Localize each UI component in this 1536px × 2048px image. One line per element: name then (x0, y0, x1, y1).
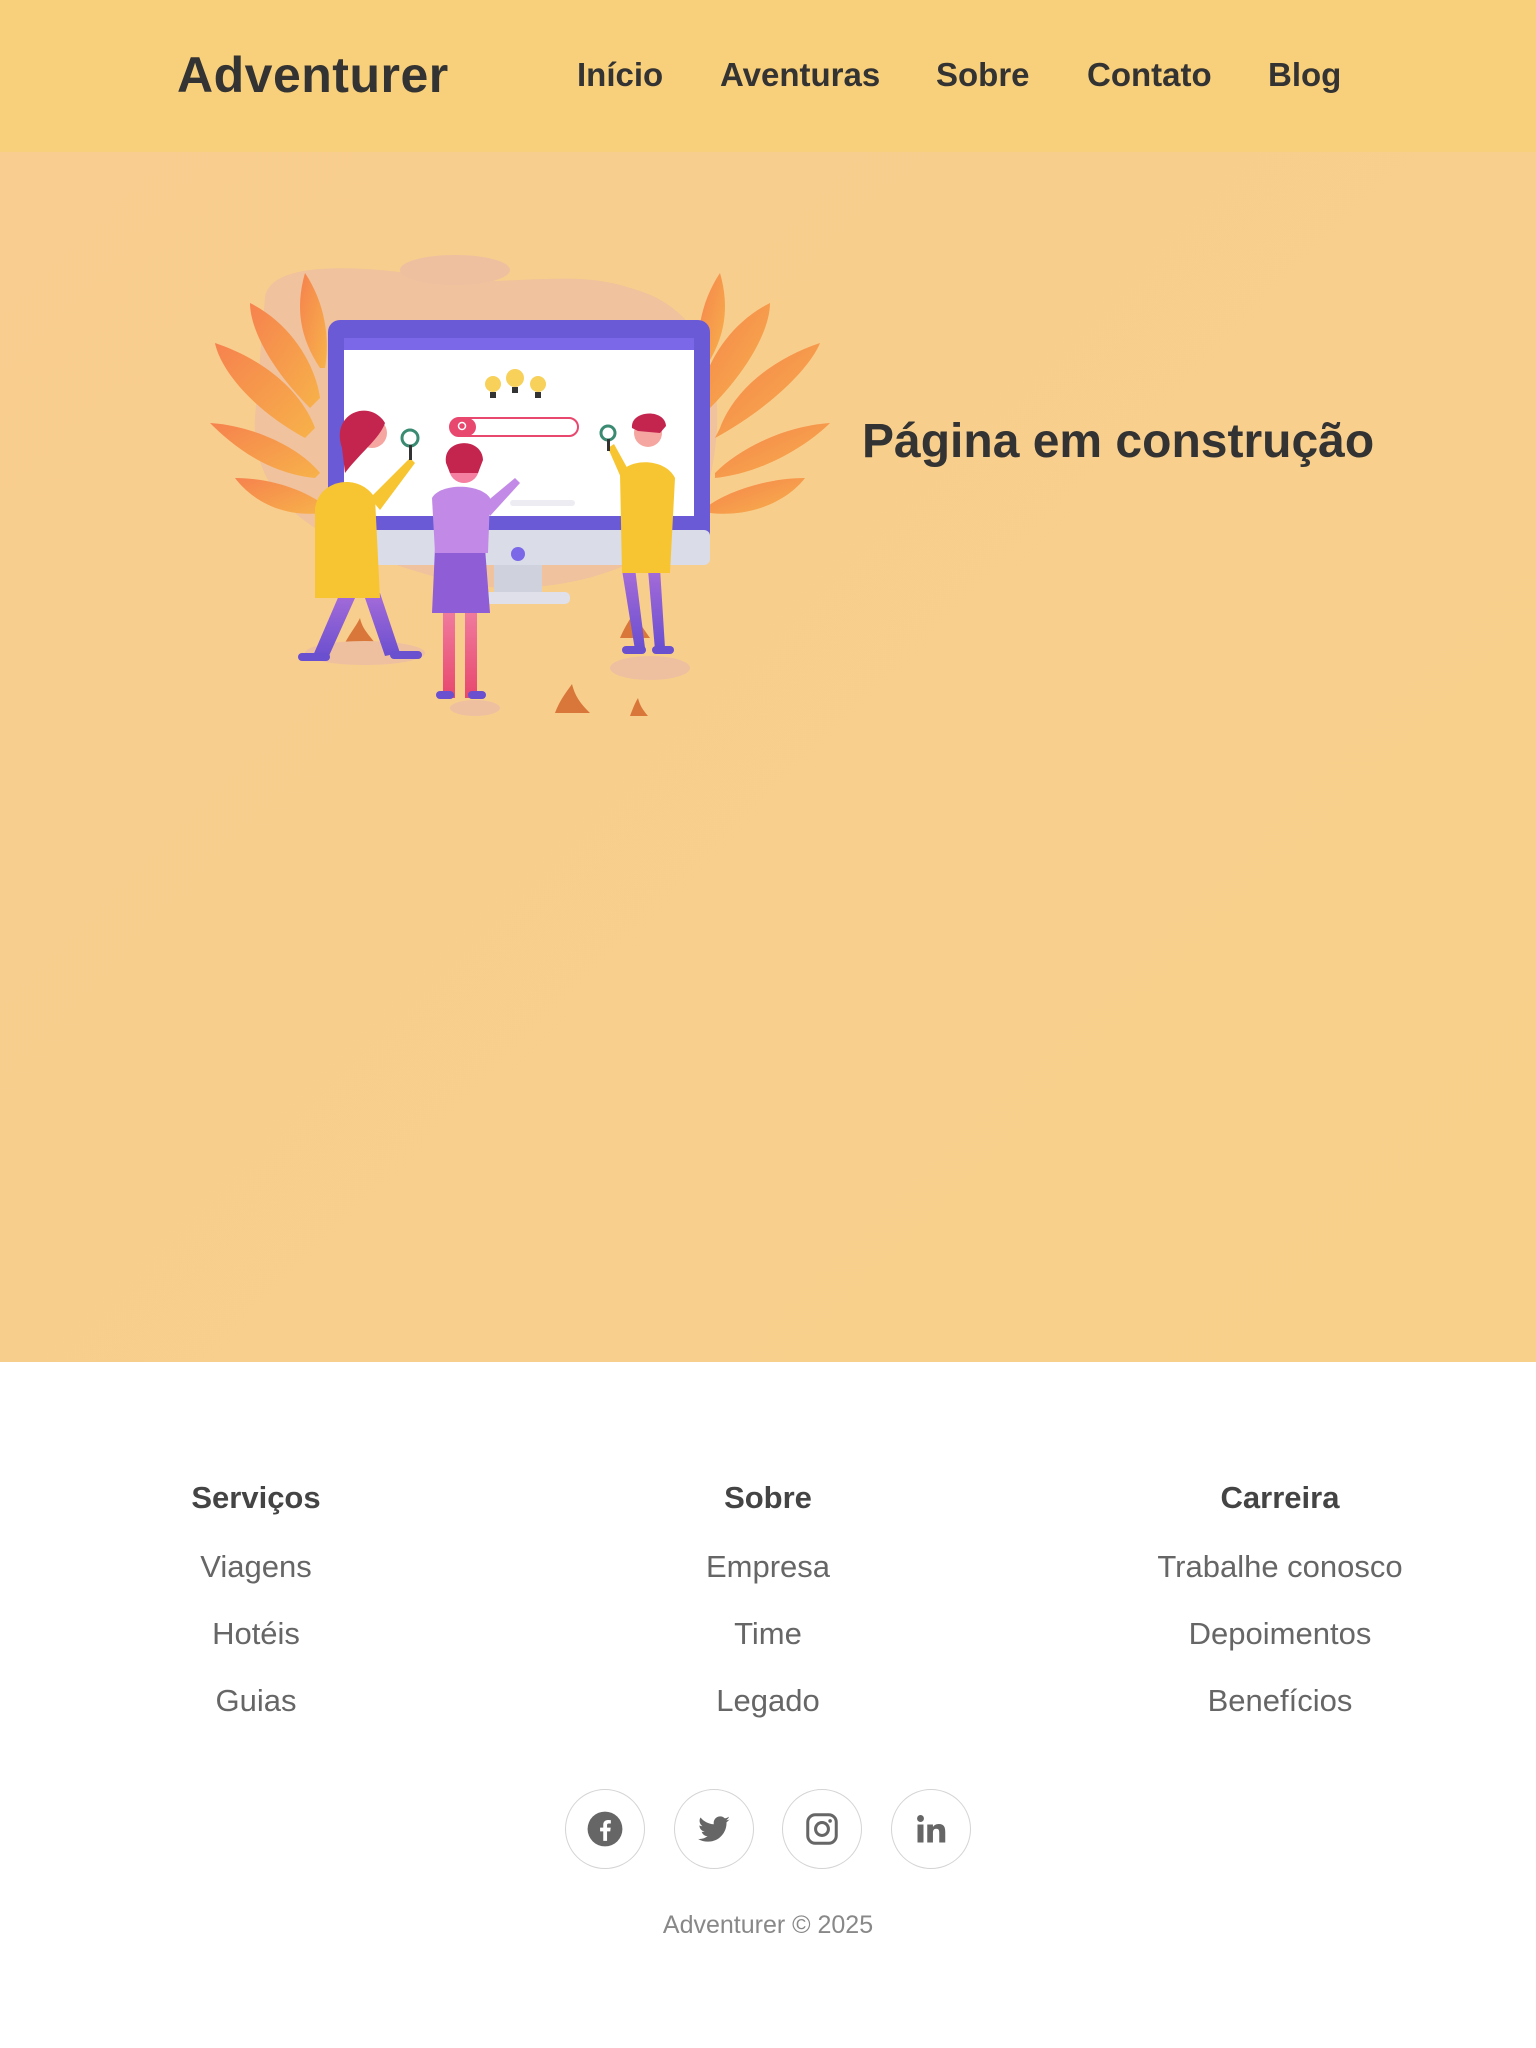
footer-column-title: Sobre (724, 1480, 812, 1515)
footer-link-viagens[interactable]: Viagens (56, 1538, 456, 1595)
nav-item-aventuras[interactable]: Aventuras (720, 56, 880, 94)
under-construction-illustration (210, 255, 830, 716)
nav-item-sobre[interactable]: Sobre (936, 56, 1030, 94)
footer-column-title: Carreira (1220, 1480, 1340, 1515)
facebook-icon (587, 1811, 623, 1847)
linkedin-link[interactable] (891, 1789, 971, 1869)
nav-item-inicio[interactable]: Início (577, 56, 663, 94)
footer-link-legado[interactable]: Legado (568, 1672, 968, 1729)
footer-link-beneficios[interactable]: Benefícios (1080, 1672, 1480, 1729)
footer-column-title: Serviços (191, 1480, 321, 1515)
footer-link-guias[interactable]: Guias (56, 1672, 456, 1729)
footer-link-depoimentos[interactable]: Depoimentos (1080, 1605, 1480, 1662)
instagram-link[interactable] (782, 1789, 862, 1869)
copyright-text: Adventurer © 2025 (662, 1911, 874, 1939)
footer-link-trabalhe-conosco[interactable]: Trabalhe conosco (1080, 1538, 1480, 1595)
footer-link-time[interactable]: Time (568, 1605, 968, 1662)
site-header: Adventurer Início Aventuras Sobre Contat… (0, 0, 1536, 152)
twitter-icon (698, 1816, 730, 1842)
page-title: Página em construção (862, 415, 1375, 468)
site-footer: Serviços Viagens Hotéis Guias Sobre Empr… (0, 1362, 1536, 2048)
twitter-link[interactable] (674, 1789, 754, 1869)
nav-item-contato[interactable]: Contato (1087, 56, 1212, 94)
footer-link-hoteis[interactable]: Hotéis (56, 1605, 456, 1662)
page: Adventurer Início Aventuras Sobre Contat… (0, 0, 1536, 2048)
main-nav: Início Aventuras Sobre Contato Blog (0, 56, 1536, 100)
footer-column-carreira: Carreira Trabalhe conosco Depoimentos Be… (1080, 1468, 1480, 1729)
footer-column-servicos: Serviços Viagens Hotéis Guias (56, 1468, 456, 1729)
nav-item-blog[interactable]: Blog (1268, 56, 1341, 94)
instagram-icon (806, 1813, 838, 1845)
facebook-link[interactable] (565, 1789, 645, 1869)
linkedin-icon (917, 1815, 946, 1843)
footer-column-sobre: Sobre Empresa Time Legado (568, 1468, 968, 1729)
footer-link-empresa[interactable]: Empresa (568, 1538, 968, 1595)
